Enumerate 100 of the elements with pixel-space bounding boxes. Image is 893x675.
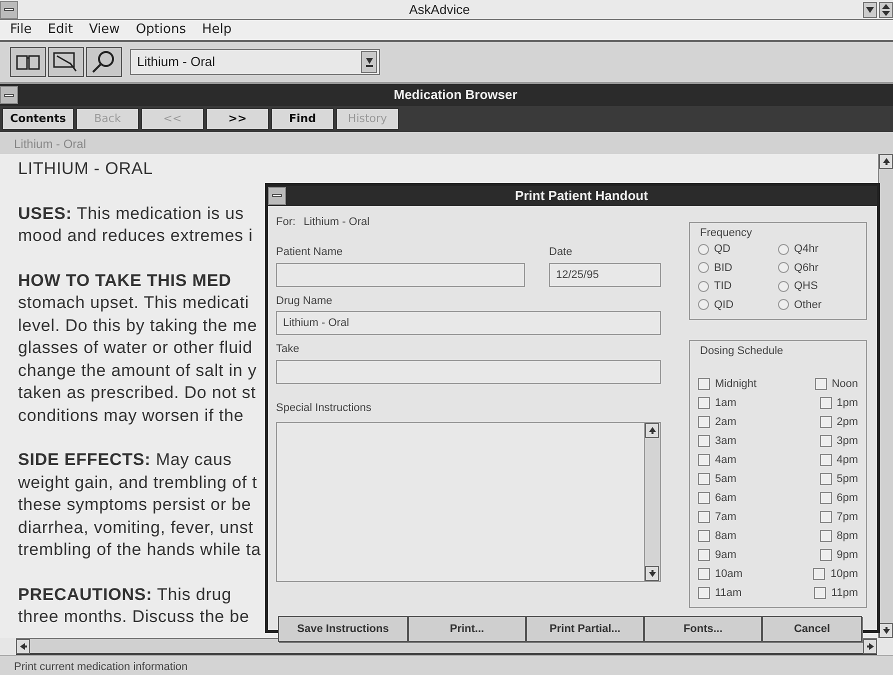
checkbox[interactable]: [820, 416, 832, 428]
system-menu-button[interactable]: [0, 0, 18, 18]
option-label: 9pm: [836, 548, 858, 562]
checkbox[interactable]: [814, 378, 827, 390]
radio-button[interactable]: [698, 299, 709, 310]
toolbar-button[interactable]: [10, 47, 46, 77]
checkbox[interactable]: [820, 434, 832, 447]
option-label: 11pm: [831, 586, 858, 600]
dialog-title: Print Patient Handout: [514, 187, 649, 205]
menu-item[interactable]: View: [82, 20, 126, 40]
checkbox[interactable]: [820, 530, 832, 542]
checkbox[interactable]: [814, 586, 826, 599]
option-label: 2pm: [836, 414, 858, 430]
option-label: 4pm: [836, 452, 858, 468]
checkbox[interactable]: [698, 396, 710, 409]
checkbox[interactable]: [698, 454, 710, 466]
field-label: Date: [549, 245, 574, 260]
body-text-line: stomach upset. This medicati: [18, 292, 250, 314]
option-label: 5pm: [836, 472, 858, 486]
checkbox[interactable]: [698, 548, 710, 561]
nav-button[interactable]: Contents: [2, 108, 74, 130]
toolbar-button[interactable]: [48, 47, 84, 77]
option-label: TID: [714, 279, 732, 294]
checkbox[interactable]: [698, 434, 710, 447]
body-text-line: diarrhea, vomiting, fever, unst: [18, 516, 254, 538]
field-label: Drug Name: [276, 294, 334, 308]
field-label: For:: [276, 214, 296, 230]
body-text-line: USES: This medication is us: [18, 202, 244, 224]
option-label: 9am: [715, 548, 736, 562]
radio-button[interactable]: [778, 280, 789, 292]
checkbox[interactable]: [813, 568, 826, 580]
radio-button[interactable]: [778, 299, 789, 310]
option-label: 11am: [715, 586, 742, 600]
option-label: 5am: [715, 472, 736, 486]
checkbox[interactable]: [698, 586, 710, 599]
input-field[interactable]: [276, 262, 525, 286]
body-text-line: level. Do this by taking the me: [18, 314, 258, 336]
option-label: 3am: [715, 434, 736, 448]
option-label: 10am: [715, 566, 743, 582]
window-title: AskAdvice: [408, 0, 471, 19]
radio-button[interactable]: [778, 244, 789, 255]
dialog-button[interactable]: Print...: [408, 616, 526, 642]
checkbox[interactable]: [820, 548, 832, 561]
checkbox[interactable]: [698, 472, 710, 485]
input-field[interactable]: 12/25/95: [549, 262, 661, 286]
radio-button[interactable]: [698, 262, 709, 274]
input-field[interactable]: Lithium - Oral: [276, 311, 661, 335]
menu-item[interactable]: Edit: [42, 20, 79, 40]
system-menu-button[interactable]: [0, 86, 18, 104]
text-area[interactable]: [276, 422, 661, 582]
checkbox[interactable]: [698, 510, 710, 523]
checkbox[interactable]: [820, 472, 832, 485]
article-heading: LITHIUM - ORAL: [18, 158, 154, 180]
up-down-arrow-icon: [882, 4, 890, 16]
option-label: QD: [714, 242, 730, 257]
dialog-button[interactable]: Save Instructions: [278, 616, 408, 642]
option-label: Q4hr: [794, 242, 818, 257]
menu-item[interactable]: Options: [130, 20, 192, 40]
checkbox[interactable]: [698, 530, 710, 542]
down-arrow-icon: [648, 570, 656, 577]
vertical-scrollbar[interactable]: [644, 423, 660, 581]
checkbox[interactable]: [698, 378, 710, 390]
checkbox[interactable]: [698, 568, 710, 580]
body-text-line: mood and reduces extremes i: [18, 225, 253, 247]
body-text-line: weight gain, and trembling of t: [18, 472, 258, 494]
checkbox[interactable]: [820, 492, 832, 504]
body-text-line: PRECAUTIONS: This drug: [18, 584, 232, 606]
breadcrumb-text: Lithium - Oral: [0, 132, 893, 154]
option-label: 1pm: [836, 396, 858, 410]
option-label: 6pm: [836, 490, 858, 506]
menu-item[interactable]: Help: [196, 20, 238, 40]
body-text-line: three months. Discuss the be: [18, 606, 250, 628]
checkbox[interactable]: [698, 416, 710, 428]
nav-button[interactable]: Find: [271, 108, 334, 130]
radio-button[interactable]: [698, 280, 709, 292]
menu-item[interactable]: File: [4, 20, 38, 40]
down-arrow-icon: [366, 58, 372, 66]
medication-dropdown[interactable]: Lithium - Oral: [130, 49, 380, 75]
drug-name-text: Lithium - Oral: [304, 214, 370, 230]
radio-button[interactable]: [698, 244, 709, 255]
checkbox[interactable]: [820, 396, 832, 409]
dialog-button[interactable]: Print Partial...: [526, 616, 644, 642]
option-label: Midnight: [715, 376, 757, 392]
radio-button[interactable]: [778, 262, 789, 274]
checkbox[interactable]: [820, 510, 832, 523]
minimize-button[interactable]: [863, 2, 877, 18]
input-field[interactable]: [276, 360, 661, 384]
dialog-button[interactable]: Cancel: [762, 616, 862, 642]
maximize-button[interactable]: [879, 2, 893, 18]
option-label: 3pm: [836, 434, 858, 448]
option-label: 8am: [715, 528, 736, 544]
checkbox[interactable]: [698, 492, 710, 504]
nav-button[interactable]: >>: [206, 108, 269, 130]
toolbar-button[interactable]: [86, 47, 122, 77]
body-text-line: change the amount of salt in y: [18, 360, 257, 382]
option-label: QID: [714, 298, 734, 312]
dialog-button[interactable]: Fonts...: [644, 616, 762, 642]
down-arrow-icon: [866, 7, 874, 14]
checkbox[interactable]: [820, 454, 832, 466]
system-menu-button[interactable]: [268, 186, 286, 205]
